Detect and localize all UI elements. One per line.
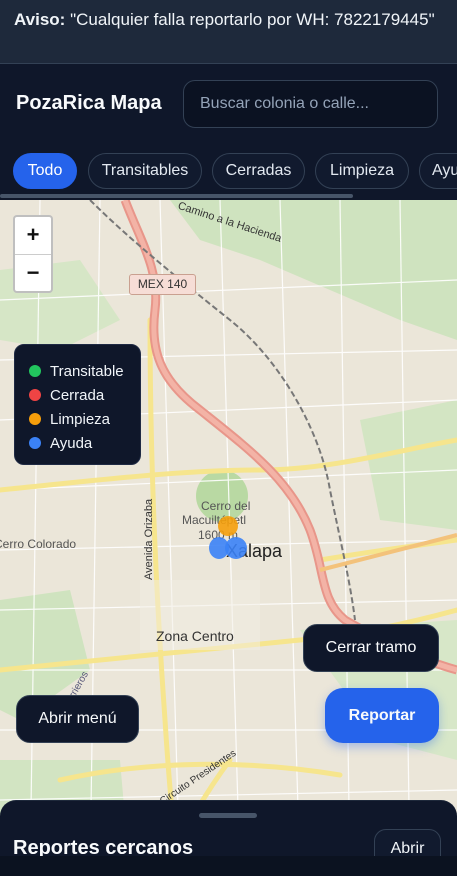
- filter-chip-transitables[interactable]: Transitables: [88, 153, 202, 189]
- legend-dot-blue: [29, 437, 41, 449]
- map-view[interactable]: Camino a la Hacienda MEX 140 Cerro del M…: [0, 200, 457, 876]
- notice-label: Aviso:: [14, 10, 66, 29]
- legend-item-limpieza: Limpieza: [29, 407, 126, 431]
- map-legend: Transitable Cerrada Limpieza Ayuda: [14, 344, 141, 465]
- filter-chip-ayuda[interactable]: Ayuda: [419, 153, 457, 189]
- map-label-avenida: Avenida Orizaba: [143, 498, 155, 580]
- legend-label: Ayuda: [50, 434, 93, 452]
- legend-item-ayuda: Ayuda: [29, 431, 126, 455]
- report-button[interactable]: Reportar: [325, 688, 439, 743]
- map-label-zona-centro: Zona Centro: [156, 628, 234, 644]
- open-menu-button[interactable]: Abrir menú: [16, 695, 139, 743]
- notice-banner: Aviso: "Cualquier falla reportarlo por W…: [0, 0, 457, 64]
- zoom-out-button[interactable]: −: [15, 254, 51, 291]
- legend-dot-green: [29, 365, 41, 377]
- filter-chip-todo[interactable]: Todo: [13, 153, 77, 189]
- legend-dot-red: [29, 389, 41, 401]
- highway-shield: MEX 140: [129, 274, 196, 295]
- bottom-fade: [0, 856, 457, 876]
- filter-chip-limpieza[interactable]: Limpieza: [315, 153, 409, 189]
- zoom-control: + −: [13, 215, 53, 293]
- filter-scrollbar[interactable]: [0, 194, 353, 198]
- close-segment-button[interactable]: Cerrar tramo: [303, 624, 439, 672]
- legend-item-transitable: Transitable: [29, 359, 126, 383]
- legend-label: Cerrada: [50, 386, 105, 404]
- filter-chip-cerradas[interactable]: Cerradas: [212, 153, 305, 189]
- map-label-cerro-colorado: Cerro Colorado: [0, 537, 77, 551]
- filter-bar: Todo Transitables Cerradas Limpieza Ayud…: [0, 144, 457, 200]
- legend-label: Transitable: [50, 362, 124, 380]
- legend-dot-orange: [29, 413, 41, 425]
- map-label-cerro-1: Cerro del: [201, 499, 251, 513]
- legend-item-cerrada: Cerrada: [29, 383, 126, 407]
- search-input[interactable]: [183, 80, 438, 128]
- sheet-drag-handle[interactable]: [199, 813, 257, 818]
- notice-text: "Cualquier falla reportarlo por WH: 7822…: [70, 10, 435, 29]
- legend-label: Limpieza: [50, 410, 111, 428]
- report-marker-limpieza[interactable]: [218, 516, 238, 536]
- app-title: PozaRica Mapa: [16, 92, 162, 114]
- zoom-in-button[interactable]: +: [15, 217, 51, 254]
- report-marker-ayuda-2[interactable]: [225, 537, 247, 559]
- app-header: PozaRica Mapa: [0, 64, 457, 144]
